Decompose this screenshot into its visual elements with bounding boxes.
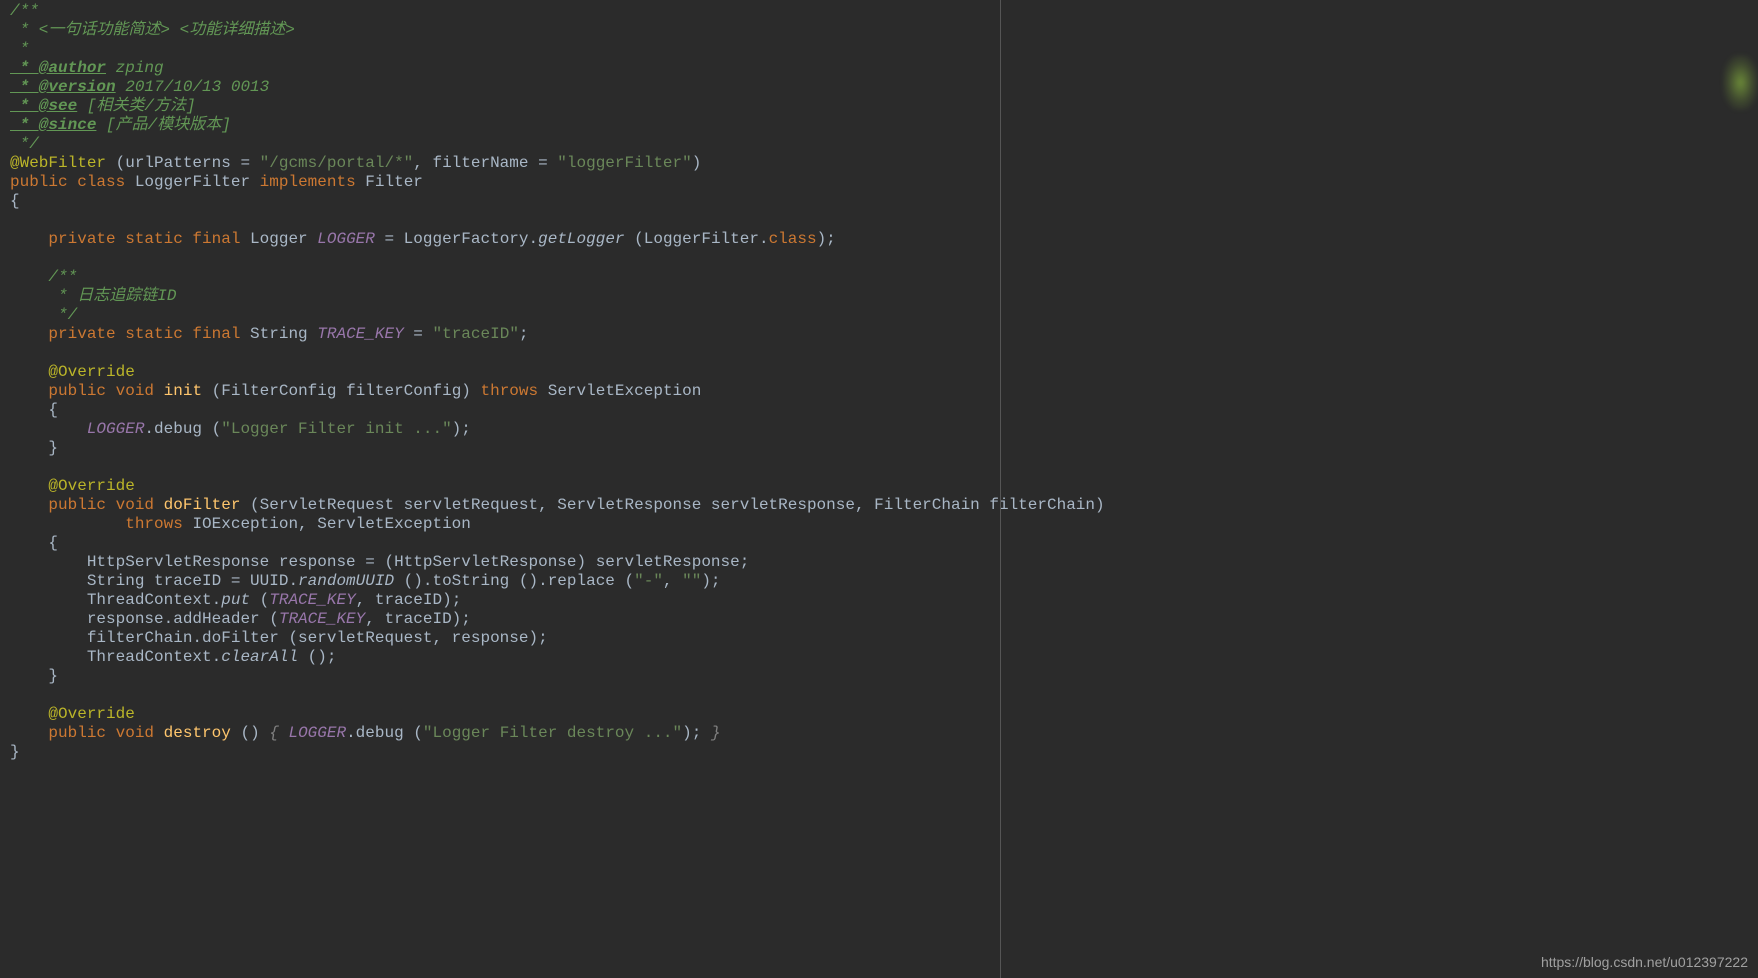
editor-split-divider bbox=[1000, 0, 1001, 978]
watermark-text: https://blog.csdn.net/u012397222 bbox=[1541, 953, 1748, 972]
code-editor[interactable]: /** * <一句话功能简述> <功能详细描述> * * @author zpi… bbox=[0, 0, 1000, 978]
code-content: /** * <一句话功能简述> <功能详细描述> * * @author zpi… bbox=[0, 2, 1000, 762]
scrollbar-marker bbox=[1723, 55, 1758, 110]
